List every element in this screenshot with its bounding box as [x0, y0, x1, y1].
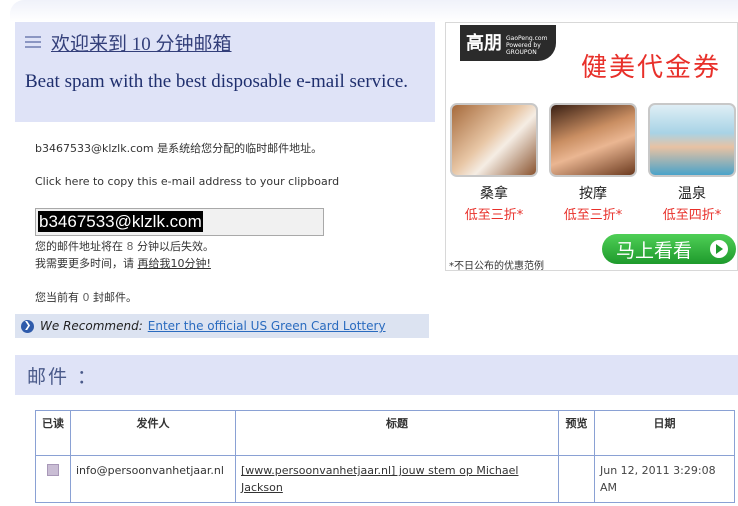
ad-item-name: 桑拿 [480, 186, 508, 202]
welcome-title[interactable]: 欢迎来到 10 分钟邮箱 [51, 29, 232, 56]
play-arrow-icon [710, 240, 728, 258]
ad-headline: 健美代金券 [580, 53, 721, 83]
recommend-label: We Recommend: [40, 319, 143, 333]
view-now-button[interactable]: 马上看看 [602, 234, 736, 264]
top-strip [10, 0, 738, 22]
subject-cell: [www.persoonvanhetjaar.nl] jouw stem op … [235, 455, 559, 503]
ad-item-name: 按摩 [579, 186, 607, 202]
expiry-suffix: 分钟以后失效。 [133, 240, 214, 253]
ad-item-price: 低至三折* [563, 208, 623, 223]
sender-cell: info@persoonvanhetjaar.nl [70, 455, 236, 503]
ad-note: *不日公布的优惠范例 [449, 261, 544, 272]
col-sender: 发件人 [70, 410, 236, 456]
preview-cell[interactable] [558, 455, 595, 503]
ad-banner[interactable]: 高朋 GaoPeng.com Powered by GROUPON 健美代金券 … [445, 22, 738, 272]
logo-small-text: GaoPeng.com Powered by GROUPON [506, 35, 548, 56]
mail-count-suffix: 封邮件。 [89, 291, 137, 304]
menu-icon[interactable] [25, 36, 41, 48]
mail-section-header: 邮件 ： [15, 355, 738, 395]
more-time-line: 我需要更多时间，请 再给我10分钟! [35, 255, 211, 271]
date-cell: Jun 12, 2011 3:29:08 AM [594, 455, 735, 503]
massage-image[interactable] [549, 103, 637, 177]
subject-link[interactable]: [www.persoonvanhetjaar.nl] jouw stem op … [241, 464, 518, 494]
col-date: 日期 [594, 410, 735, 456]
gaopeng-logo: 高朋 GaoPeng.com Powered by GROUPON [460, 25, 556, 61]
read-status-icon [47, 464, 59, 476]
address-line-email: b3467533@klzlk.com [35, 142, 154, 155]
logo-big-text: 高朋 [466, 33, 502, 54]
arrow-circle-icon: ❯ [21, 319, 34, 333]
mail-count-line: 您当前有 0 封邮件。 [35, 289, 137, 305]
ad-item-price: 低至三折* [464, 208, 524, 223]
col-preview: 预览 [558, 410, 595, 456]
read-cell [35, 455, 71, 503]
sauna-image[interactable] [450, 103, 538, 177]
mail-table: 已读 发件人 标题 预览 日期 info@persoonvanhetjaar.n… [35, 410, 735, 503]
green-card-lottery-link[interactable]: Enter the official US Green Card Lottery [148, 319, 386, 333]
col-subject: 标题 [235, 410, 559, 456]
email-address-value[interactable]: b3467533@klzlk.com [38, 211, 203, 232]
table-row[interactable]: info@persoonvanhetjaar.nl [www.persoonva… [35, 455, 735, 503]
col-read: 已读 [35, 410, 71, 456]
more-time-link[interactable]: 再给我10分钟! [138, 257, 211, 270]
address-line: b3467533@klzlk.com 是系统给您分配的临时邮件地址。 [35, 140, 322, 156]
expiry-prefix: 您的邮件地址将在 [35, 240, 127, 253]
ad-item-name: 温泉 [678, 186, 706, 202]
view-now-label: 马上看看 [616, 239, 693, 262]
email-address-field[interactable]: b3467533@klzlk.com [35, 208, 324, 236]
more-time-prefix: 我需要更多时间，请 [35, 257, 138, 270]
mail-count-prefix: 您当前有 [35, 291, 83, 304]
mail-count-value: 0 [82, 291, 90, 304]
address-line-suffix: 是系统给您分配的临时邮件地址。 [153, 142, 323, 155]
hot-spring-image[interactable] [648, 103, 736, 177]
expiry-minutes: 8 [126, 240, 134, 253]
recommend-bar: ❯ We Recommend: Enter the official US Gr… [15, 314, 429, 338]
tagline: Beat spam with the best disposable e-mai… [25, 71, 409, 92]
expiry-line: 您的邮件地址将在 8 分钟以后失效。 [35, 238, 214, 254]
copy-hint[interactable]: Click here to copy this e-mail address t… [35, 175, 339, 188]
ad-item-price: 低至四折* [662, 208, 722, 223]
welcome-panel: 欢迎来到 10 分钟邮箱 Beat spam with the best dis… [15, 22, 435, 122]
